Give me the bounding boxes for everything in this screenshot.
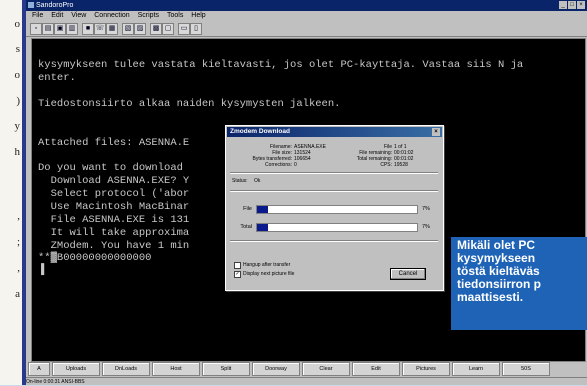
- terminal-line: Attached files: ASENNA.E: [38, 137, 190, 149]
- terminal-line: **▓B00000000000000: [38, 252, 152, 264]
- dialog-title-bar[interactable]: Zmodem Download ×: [227, 127, 442, 137]
- terminal-line: Do you want to download: [38, 162, 183, 174]
- menu-tools[interactable]: Tools: [167, 12, 183, 19]
- divider: [230, 172, 438, 174]
- app-icon: [28, 2, 34, 8]
- caption-line: maattisesti.: [457, 290, 524, 304]
- total-progress-percent: 7%: [422, 224, 430, 230]
- margin-text: a: [15, 288, 20, 300]
- display-picture-checkbox[interactable]: ✓: [234, 271, 241, 278]
- print-icon[interactable]: ▥: [66, 23, 78, 35]
- pictures-button[interactable]: Pictures: [402, 362, 450, 376]
- margin-text: y: [14, 120, 21, 132]
- cps-value: 19528: [394, 162, 408, 168]
- terminal-line: ZModem. You have 1 min: [38, 240, 190, 252]
- file-progress-label: File: [243, 206, 252, 212]
- hangup-checkbox[interactable]: [234, 262, 241, 269]
- terminal-line: enter.: [38, 72, 76, 84]
- menu-bar: File Edit View Connection Scripts Tools …: [26, 11, 587, 21]
- info-icon[interactable]: ▭: [178, 23, 190, 35]
- magazine-text-column: o s o ) y h , ; , a: [0, 0, 22, 385]
- function-button-bar: A Uploads DnLoads Host Split Doorway Cle…: [26, 362, 587, 376]
- close-icon[interactable]: ×: [577, 1, 585, 9]
- display-picture-checkbox-label: Display next picture file: [243, 271, 295, 277]
- save-icon[interactable]: ▣: [54, 23, 66, 35]
- learn-button[interactable]: Learn: [452, 362, 500, 376]
- hangup-checkbox-label: Hangup after transfer: [243, 262, 291, 268]
- margin-text: ,: [17, 210, 20, 222]
- info-label: Corrections:: [265, 162, 292, 168]
- cancel-button[interactable]: Cancel: [390, 268, 426, 280]
- clear-button[interactable]: Clear: [302, 362, 350, 376]
- margin-text: s: [15, 43, 20, 55]
- title-bar[interactable]: SandoroPro _ □ ×: [26, 0, 587, 11]
- divider: [230, 190, 438, 192]
- file-progress-fill: [257, 206, 269, 213]
- uploads-button[interactable]: Uploads: [52, 362, 100, 376]
- menu-connection[interactable]: Connection: [94, 12, 129, 19]
- hangup-icon[interactable]: ▦: [106, 23, 118, 35]
- status-value: Ok: [254, 178, 261, 184]
- margin-text: ): [16, 95, 20, 107]
- menu-view[interactable]: View: [71, 12, 86, 19]
- new-icon[interactable]: ▫: [30, 23, 42, 35]
- corrections-value: 0: [294, 162, 297, 168]
- terminal-line: Use Macintosh MacBinar: [38, 201, 190, 213]
- divider: [230, 240, 438, 242]
- terminal-icon[interactable]: ▢: [162, 23, 174, 35]
- edit-button[interactable]: Edit: [352, 362, 400, 376]
- terminal-line: Download ASENNA.EXE? Y: [38, 175, 190, 187]
- margin-text: ,: [17, 262, 20, 274]
- total-progress-fill: [257, 224, 269, 231]
- maximize-icon[interactable]: □: [568, 1, 576, 9]
- dnloads-button[interactable]: DnLoads: [102, 362, 150, 376]
- connect-icon[interactable]: ■: [82, 23, 94, 35]
- margin-text: ;: [16, 236, 20, 248]
- total-progress-bar: [256, 223, 418, 232]
- terminal-line: Select protocol ('abor: [38, 188, 190, 200]
- window-title: SandoroPro: [36, 2, 74, 9]
- phone-icon[interactable]: ☏: [94, 23, 106, 35]
- menu-help[interactable]: Help: [191, 12, 205, 19]
- open-icon[interactable]: ▤: [42, 23, 54, 35]
- toolbar: ▫ ▤ ▣ ▥ ■ ☏ ▦ ▧ ▨ ▩ ▢ ▭ ▯: [26, 21, 587, 37]
- settings-icon[interactable]: ▩: [150, 23, 162, 35]
- margin-text: h: [14, 146, 21, 158]
- split-button[interactable]: Split: [202, 362, 250, 376]
- doorway-button[interactable]: Doorway: [252, 362, 300, 376]
- terminal-line: File ASENNA.EXE is 131: [38, 214, 190, 226]
- terminal-line: It will take approxima: [38, 227, 190, 239]
- total-progress-label: Total: [240, 224, 252, 230]
- close-icon[interactable]: ×: [432, 128, 440, 136]
- upload-icon[interactable]: ▧: [122, 23, 134, 35]
- minimize-icon[interactable]: _: [559, 1, 567, 9]
- info-label: CPS:: [380, 162, 392, 168]
- margin-text: o: [14, 18, 21, 30]
- terminal-line: kysymykseen tulee vastata kieltavasti, j…: [38, 59, 524, 71]
- menu-file[interactable]: File: [32, 12, 43, 19]
- file-progress-bar: [256, 205, 418, 214]
- terminal-cursor: ▐: [38, 264, 45, 276]
- margin-text: o: [14, 69, 21, 81]
- button-a[interactable]: A: [28, 362, 50, 376]
- caption-box: Mikäli olet PC kysymykseen töstä kieltäv…: [451, 237, 587, 330]
- terminal-line: Tiedostonsiirto alkaa naiden kysymysten …: [38, 98, 341, 110]
- status-label: Status:: [232, 178, 248, 184]
- host-button[interactable]: Host: [152, 362, 200, 376]
- file-progress-percent: 7%: [422, 206, 430, 212]
- help-icon[interactable]: ▯: [190, 23, 202, 35]
- zmodem-download-dialog: Zmodem Download × Filename: ASENNA.EXE F…: [225, 125, 444, 291]
- dialog-title: Zmodem Download: [230, 128, 290, 135]
- 50s-button[interactable]: 50S: [502, 362, 550, 376]
- download-icon[interactable]: ▨: [134, 23, 146, 35]
- menu-scripts[interactable]: Scripts: [138, 12, 159, 19]
- menu-edit[interactable]: Edit: [51, 12, 63, 19]
